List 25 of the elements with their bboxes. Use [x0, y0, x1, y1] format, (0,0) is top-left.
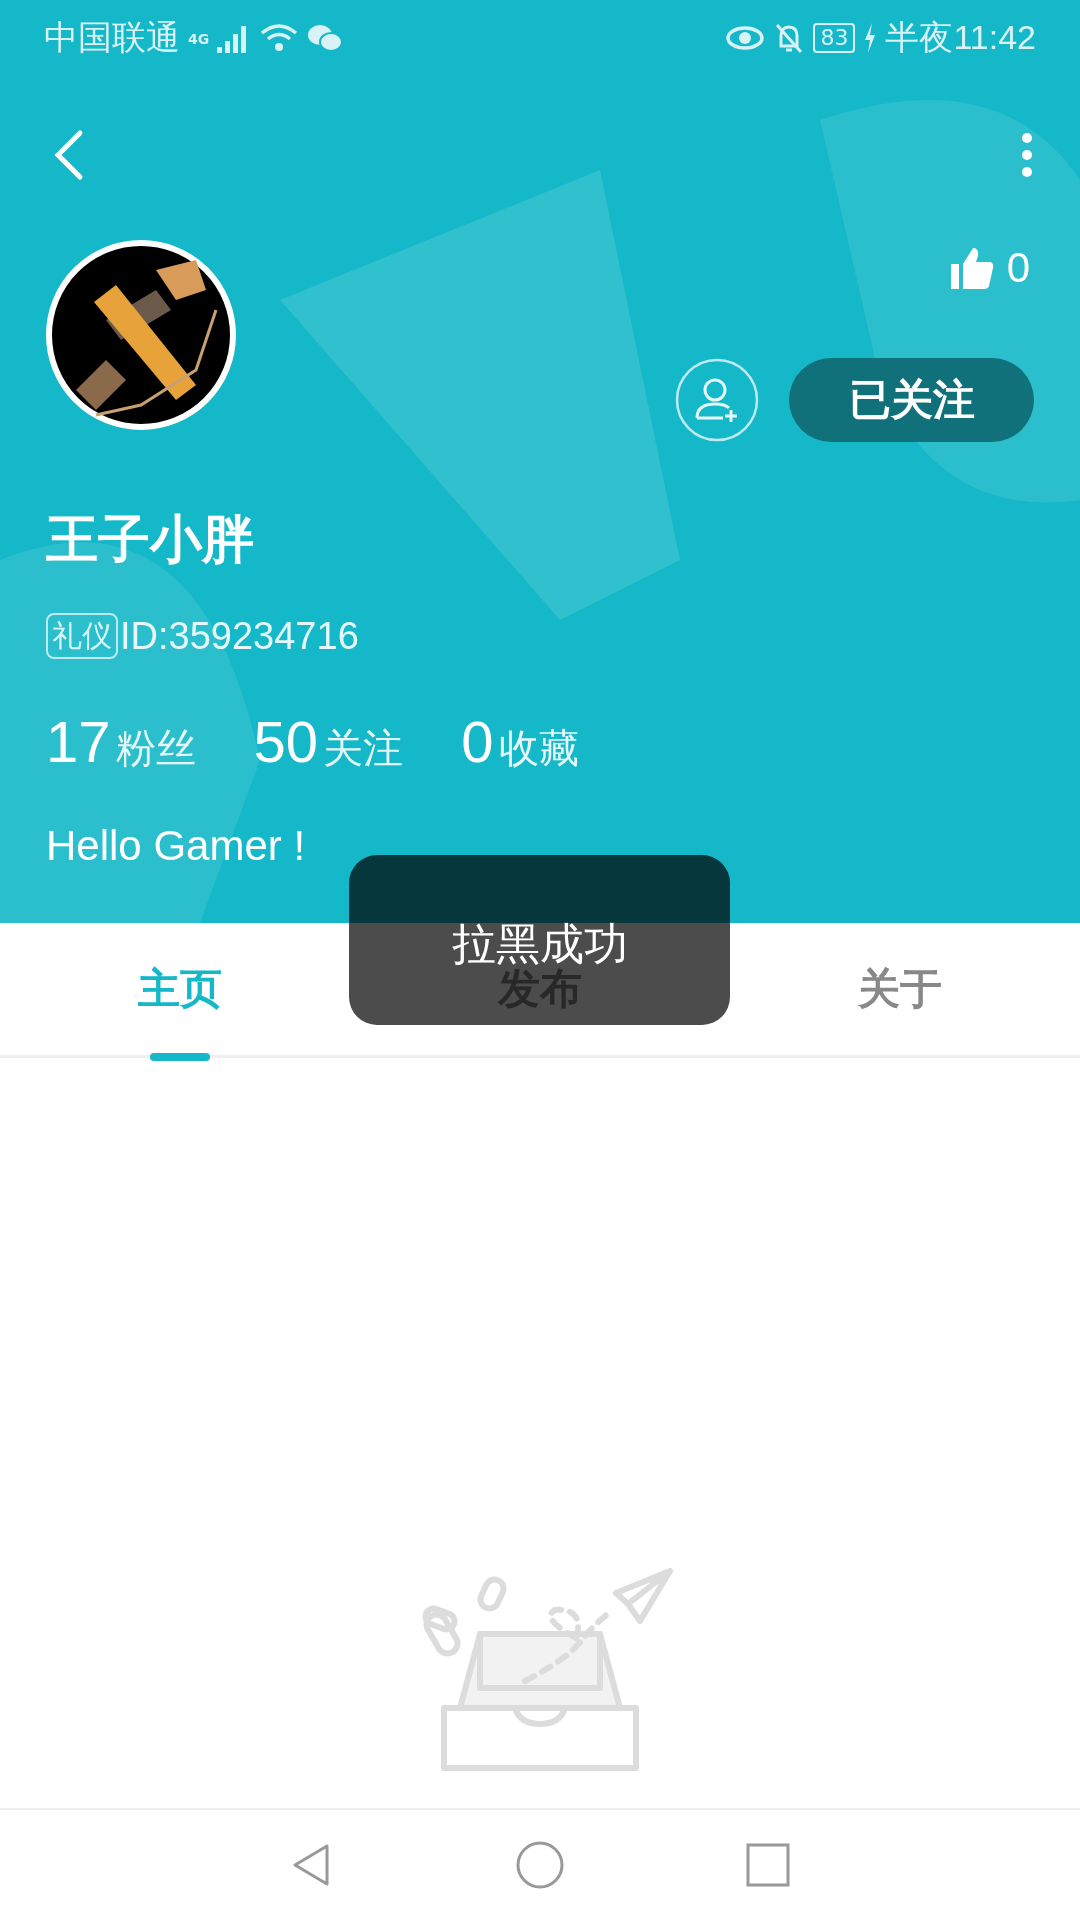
follow-button[interactable]: 已关注 [789, 358, 1034, 442]
tab-indicator [150, 1053, 210, 1061]
user-name: 王子小胖 [46, 508, 255, 571]
user-bio: Hello Gamer ! [46, 822, 307, 870]
charging-icon [863, 22, 878, 53]
add-friend-icon[interactable] [675, 358, 759, 442]
profile-tab[interactable]: 关于 [858, 955, 942, 1023]
carrier-name: 中国联通 [44, 16, 180, 58]
clock-time: 半夜11:42 [885, 16, 1036, 58]
user-id: ID:359234716 [120, 614, 359, 658]
wifi-icon [259, 21, 300, 54]
stat-item[interactable]: 17粉丝 [46, 708, 196, 776]
network-type: 4G [188, 30, 210, 47]
like-count: 0 [1006, 244, 1030, 292]
more-icon[interactable] [1020, 132, 1034, 178]
stat-item[interactable]: 50 关注 [253, 708, 404, 776]
chat-icon [307, 22, 344, 53]
home-nav-icon[interactable] [515, 1840, 565, 1890]
user-badge: 礼仪 [46, 613, 118, 659]
battery-level: 83 [813, 22, 856, 53]
recents-nav-icon[interactable] [745, 1842, 791, 1888]
profile-tab[interactable]: 主页 [138, 955, 222, 1023]
thumbs-up-icon[interactable] [948, 245, 995, 291]
eye-icon [725, 23, 766, 52]
stat-item[interactable]: 0收藏 [461, 708, 579, 776]
